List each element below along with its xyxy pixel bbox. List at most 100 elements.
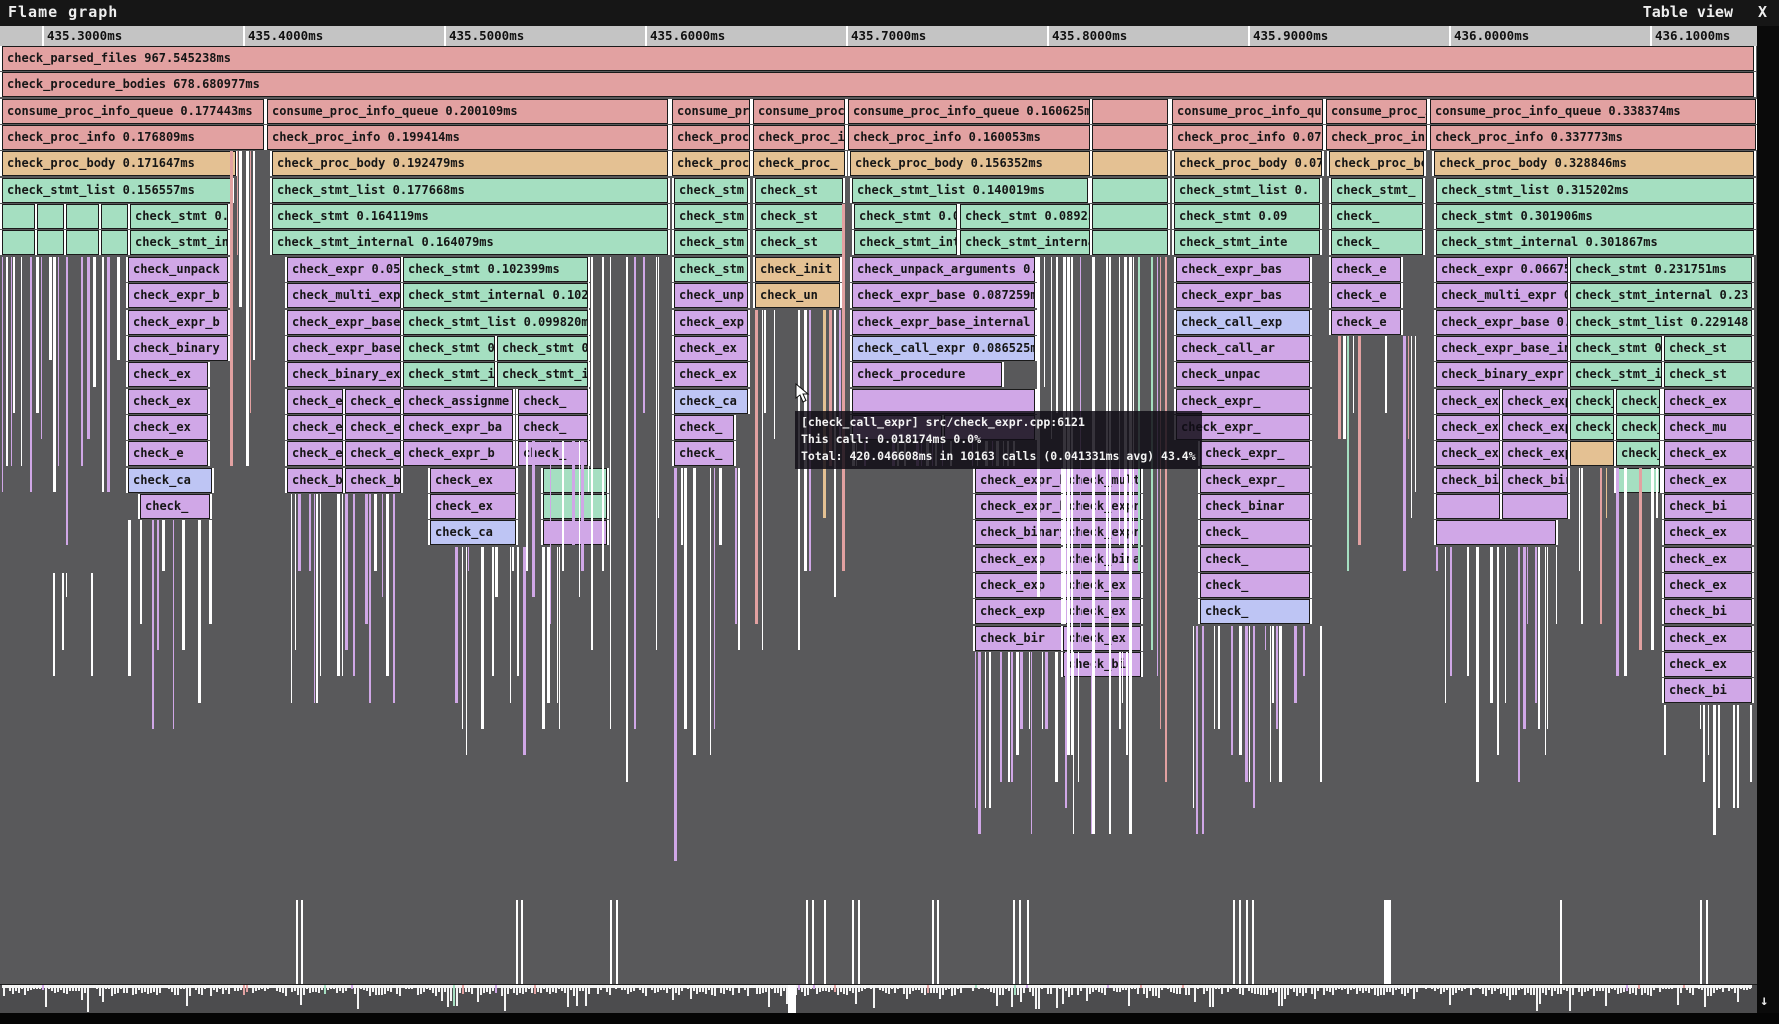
flame-block[interactable] [1436, 520, 1556, 545]
flame-block[interactable]: check_ex [1664, 441, 1752, 466]
flame-block[interactable]: check_expr_base_ [287, 336, 401, 361]
flame-block[interactable]: check_bi [1664, 494, 1752, 519]
flame-block[interactable]: check_proc_info 0.160053ms [848, 125, 1090, 150]
flame-block[interactable]: check_ [1331, 230, 1423, 255]
flame-block[interactable]: check_expr 0.066755 [1436, 257, 1568, 282]
flame-block[interactable]: check_exp [1502, 441, 1568, 466]
flame-block[interactable]: check_bi [1436, 468, 1500, 493]
flame-block[interactable]: check_b [345, 468, 401, 493]
flame-block[interactable]: consume_proc [753, 99, 845, 124]
flame-block[interactable]: check_ [140, 494, 210, 519]
flame-block[interactable]: check_stm [674, 204, 748, 229]
flame-block[interactable]: check_proc_body 0.156352ms [850, 151, 1090, 176]
flame-block[interactable]: check_ [518, 415, 588, 440]
flame-block[interactable] [37, 204, 64, 229]
flame-block[interactable]: check_exp [975, 573, 1062, 598]
flame-block[interactable]: check_s [1570, 389, 1614, 414]
flame-block[interactable]: check_ex [1436, 441, 1500, 466]
flame-block[interactable]: check_unpack [128, 257, 228, 282]
flame-block[interactable]: check_expr_bas [1176, 257, 1310, 282]
flame-block[interactable] [2, 230, 35, 255]
flame-block[interactable]: check_expr_bas [1176, 283, 1310, 308]
flame-block[interactable]: check_proc_body 0.192479ms [272, 151, 668, 176]
flame-block[interactable]: check_ [518, 389, 588, 414]
flame-block[interactable]: check_assignme [403, 389, 513, 414]
flame-block[interactable]: check_ex [1664, 389, 1752, 414]
flame-block[interactable] [101, 230, 128, 255]
flame-block[interactable]: check_ex [1664, 626, 1752, 651]
flame-block[interactable]: check_stmt_list 0.315202ms [1436, 178, 1754, 203]
flame-block[interactable] [1092, 99, 1168, 124]
flame-block[interactable]: check_ex [430, 494, 516, 519]
flame-block[interactable]: check_stmt_int [854, 230, 957, 255]
flame-block[interactable]: check_proc_info 0.176809ms [2, 125, 264, 150]
flame-block[interactable]: check_stmt_inte [1570, 362, 1662, 387]
flame-block[interactable]: check_proc_body 0.07 [1174, 151, 1322, 176]
flame-block[interactable]: check_stmt 0. [130, 204, 228, 229]
flame-block[interactable]: check_stm [674, 230, 748, 255]
flame-block[interactable]: check_binar [1200, 494, 1310, 519]
flame-block[interactable]: check_stmt_list 0.140019ms [852, 178, 1088, 203]
flame-block[interactable]: check_ex [1664, 547, 1752, 572]
flame-block[interactable]: check_ [1331, 204, 1423, 229]
flame-block[interactable]: check_stmt 0.0 [854, 204, 957, 229]
scrollbar-track[interactable] [1757, 26, 1779, 1013]
flame-block[interactable] [37, 230, 64, 255]
flame-block[interactable]: check_binary [975, 520, 1062, 545]
flame-block[interactable]: check_stmt_list 0.156557ms [2, 178, 232, 203]
flame-block[interactable]: check_stm [674, 178, 748, 203]
flame-block[interactable]: check_ [1200, 547, 1310, 572]
flame-block[interactable]: check_ex [128, 389, 208, 414]
minimap[interactable] [0, 984, 1757, 1014]
flame-block[interactable]: check_stmt 0.05 [1570, 336, 1662, 361]
flame-block[interactable]: check_stmt_i [497, 362, 588, 387]
flame-block[interactable]: check_procedure_bodies 678.680977ms [2, 72, 1754, 97]
flame-block[interactable]: check_exp [674, 310, 748, 335]
flame-block[interactable]: check_stmt 0.056 [403, 336, 495, 361]
flame-block[interactable]: check_stmt_internal 0.164079ms [272, 230, 668, 255]
flame-block[interactable]: check_bi [1664, 599, 1752, 624]
flame-block[interactable]: check_proc_ [672, 151, 750, 176]
flame-block[interactable]: check_ex [1664, 520, 1752, 545]
flame-block[interactable]: check_stmt_list 0.099820ms [403, 310, 588, 335]
flame-block[interactable]: check_ex [674, 336, 748, 361]
table-view-button[interactable]: Table view [1643, 3, 1733, 21]
flame-block[interactable]: check_binary_expr ( [1436, 362, 1568, 387]
flame-block[interactable]: check_ca [128, 468, 212, 493]
flame-block[interactable] [1092, 178, 1168, 203]
flame-block[interactable]: check_expr_b [128, 283, 228, 308]
flame-block[interactable]: check_stmt_ [1331, 178, 1423, 203]
flame-block[interactable] [1092, 151, 1168, 176]
flame-block[interactable]: consume_proc_info_queue 0.160625ms [848, 99, 1090, 124]
flame-block[interactable]: check_stmt_internal 0.102351m [403, 283, 588, 308]
flame-block[interactable]: check_stmt_inte [1174, 230, 1320, 255]
flame-block[interactable]: check_ex [1664, 573, 1752, 598]
flame-block[interactable]: check_stmt 0.09 [1174, 204, 1320, 229]
flame-block[interactable]: check_ [674, 415, 734, 440]
flame-block[interactable]: check_expr_ [1200, 468, 1310, 493]
flame-block[interactable]: check_stmt_list 0.229148 [1570, 310, 1752, 335]
flame-block[interactable]: check_stmt 0.231751ms [1570, 257, 1752, 282]
flame-block[interactable]: check_expr_base_int [1436, 336, 1568, 361]
flame-block[interactable]: check_unpac [1176, 362, 1310, 387]
flame-block[interactable]: consume_proc_info_que [1172, 99, 1323, 124]
flame-block[interactable]: check_ [1200, 573, 1310, 598]
flame-block[interactable]: check_stmt 0.164119ms [272, 204, 668, 229]
flame-block[interactable]: check_un [755, 283, 840, 308]
flame-block[interactable]: check_expr_b [128, 310, 228, 335]
flame-block[interactable]: check_stmt 0.102399ms [403, 257, 588, 282]
flame-block[interactable]: check_multi_expr [287, 283, 401, 308]
flame-block[interactable]: check_stmt 0 [497, 336, 588, 361]
flame-block[interactable] [543, 494, 607, 519]
flame-block[interactable]: check_exp [1502, 415, 1568, 440]
flame-block[interactable]: consume_proc_info_queue 0.200109ms [267, 99, 668, 124]
flame-block[interactable] [543, 468, 607, 493]
flame-block[interactable]: check_binary_exp [287, 362, 401, 387]
flame-block[interactable]: check_ex [128, 415, 208, 440]
flame-block[interactable]: check_st [755, 178, 843, 203]
flame-block[interactable]: check_s [1570, 415, 1614, 440]
flame-block[interactable]: check_e [1331, 257, 1401, 282]
flame-block[interactable]: check_ca [430, 520, 516, 545]
flame-block[interactable]: check_binary [128, 336, 228, 361]
flame-block[interactable]: check_e [1331, 310, 1401, 335]
